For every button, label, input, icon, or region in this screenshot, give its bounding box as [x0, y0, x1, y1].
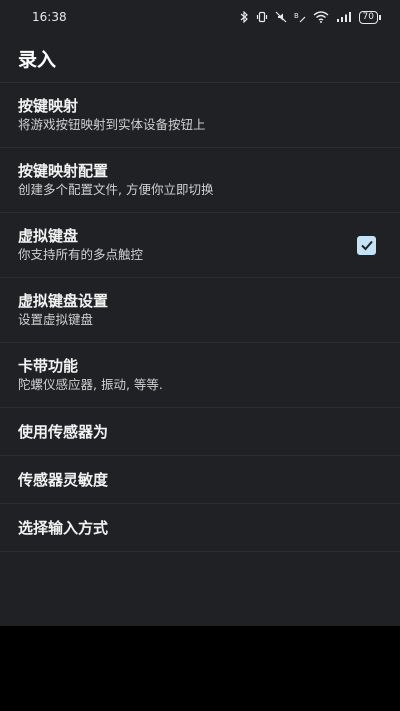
check-icon: [360, 240, 373, 251]
item-title: 传感器灵敏度: [18, 470, 109, 489]
settings-item-key-mapping[interactable]: 按键映射 将游戏按钮映射到实体设备按钮上: [0, 83, 400, 148]
item-title: 使用传感器为: [18, 422, 109, 441]
item-summary: 你支持所有的多点触控: [18, 247, 144, 262]
bluetooth-icon: [240, 11, 249, 23]
settings-item-cartridge-features[interactable]: 卡带功能 陀螺仪感应器, 振动, 等等.: [0, 343, 400, 408]
item-summary: 设置虚拟键盘: [18, 312, 94, 327]
item-summary: 创建多个配置文件, 方便你立即切换: [18, 182, 214, 197]
mute-icon: [275, 11, 287, 23]
status-icons: B 70: [240, 10, 382, 24]
battery-icon: 70: [358, 10, 382, 24]
wifi-icon: [313, 11, 329, 23]
data-speed-icon: B: [294, 11, 306, 23]
item-title: 虚拟键盘设置: [18, 292, 109, 310]
settings-item-virtual-keyboard-settings[interactable]: 虚拟键盘设置 设置虚拟键盘: [0, 278, 400, 343]
settings-item-virtual-keyboard[interactable]: 虚拟键盘 你支持所有的多点触控: [0, 213, 400, 278]
svg-text:B: B: [294, 12, 299, 20]
signal-icon: [336, 11, 352, 23]
item-title: 按键映射配置: [18, 162, 109, 180]
status-time: 16:38: [32, 10, 67, 24]
item-summary: 将游戏按钮映射到实体设备按钮上: [18, 117, 206, 132]
item-title: 按键映射: [18, 97, 79, 115]
virtual-keyboard-checkbox[interactable]: [357, 235, 376, 255]
settings-item-key-mapping-profiles[interactable]: 按键映射配置 创建多个配置文件, 方便你立即切换: [0, 148, 400, 213]
navigation-bar: [0, 626, 400, 711]
settings-item-use-sensor-as[interactable]: 使用传感器为: [0, 408, 400, 456]
item-summary: 陀螺仪感应器, 振动, 等等.: [18, 377, 163, 392]
item-title: 卡带功能: [18, 357, 79, 375]
item-title: 虚拟键盘: [18, 227, 79, 245]
settings-item-input-method[interactable]: 选择输入方式: [0, 504, 400, 552]
settings-screen: 16:38 B 70 录入 按键映射 将游戏按钮映射到实体设备按钮上 按键映射配…: [0, 0, 400, 711]
page-title: 录入: [0, 34, 400, 83]
vibrate-icon: [256, 11, 268, 23]
settings-item-sensor-sensitivity[interactable]: 传感器灵敏度: [0, 456, 400, 504]
status-bar: 16:38 B 70: [0, 0, 400, 34]
item-title: 选择输入方式: [18, 518, 109, 537]
